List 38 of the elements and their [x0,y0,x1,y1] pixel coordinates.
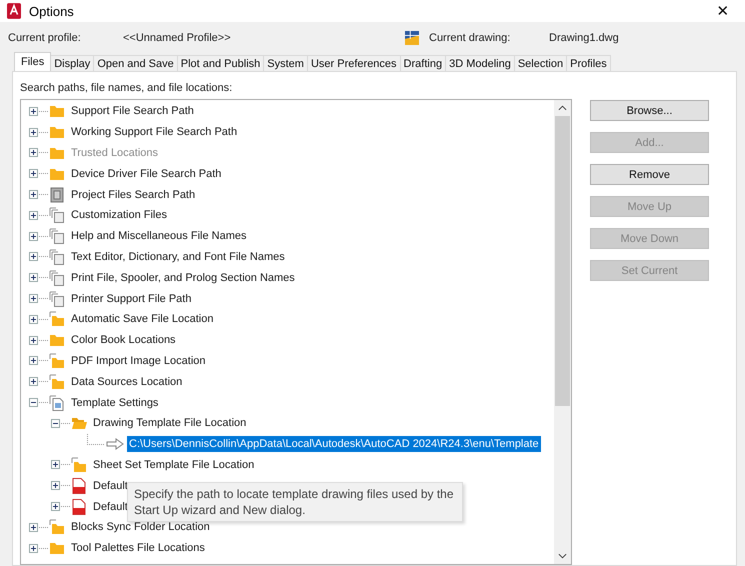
tree-item[interactable]: Template Settings [70,396,160,410]
tree-item[interactable]: Default [92,500,129,514]
tree-item[interactable]: Data Sources Location [70,374,184,389]
tab[interactable]: Profiles [566,55,611,71]
window-title: Options [29,4,75,18]
tab[interactable]: Drafting [400,55,446,71]
tree-item[interactable]: Blocks Sync Folder Location [70,520,211,534]
tree-item[interactable]: Printer Support File Path [70,292,192,306]
drawing-name: Drawing1.dwg [549,32,619,44]
action-button[interactable]: Remove [590,164,709,185]
tree-item[interactable]: PDF Import Image Location [70,354,207,368]
path-item[interactable]: C:\Users\DennisCollin\AppData\Local\Autodesk\AutoCAD 2024\R24.3\enu\Template [127,436,541,452]
profile-label: Current profile: [8,32,82,44]
tree-item[interactable]: Automatic Save File Location [70,312,214,326]
drawing-label: Current drawing: [429,32,512,44]
tree-item[interactable]: Project Files Search Path [70,188,196,202]
tab[interactable]: 3D Modeling [445,55,515,71]
tree-item[interactable]: Device Driver File Search Path [70,166,222,181]
action-button[interactable]: Browse... [590,100,709,121]
tooltip: Specify the path to locate template drawing files used by the Start Up wizard and New dialog. [127,482,463,522]
tree-item[interactable]: Customization Files [70,208,168,222]
tab[interactable]: System [263,55,308,71]
tree-item[interactable]: Help and Miscellaneous File Names [70,229,248,244]
tree-item[interactable]: Working Support File Search Path [70,125,238,140]
tree-caption: Search paths, file names, and file locations: [20,82,234,94]
tree-item[interactable]: Tool Palettes File Locations [70,541,206,556]
tree-item[interactable]: Drawing Template File Location [92,416,248,430]
close-button[interactable]: ✕ [707,2,739,20]
tree-item[interactable]: Color Book Locations [70,333,177,348]
tab[interactable]: Open and Save [93,55,178,71]
tree-item[interactable]: Sheet Set Template File Location [92,458,256,472]
tab[interactable]: Display [50,55,94,71]
tree-item[interactable]: Text Editor, Dictionary, and Font File Names [70,250,286,264]
tab[interactable]: Files [14,52,52,71]
tree-item[interactable]: Support File Search Path [70,104,195,118]
profile-name: <<Unnamed Profile>> [123,32,232,44]
tree-item[interactable]: Print File, Spooler, and Prolog Section Names [70,270,296,285]
tree-item[interactable]: Default [92,478,129,493]
